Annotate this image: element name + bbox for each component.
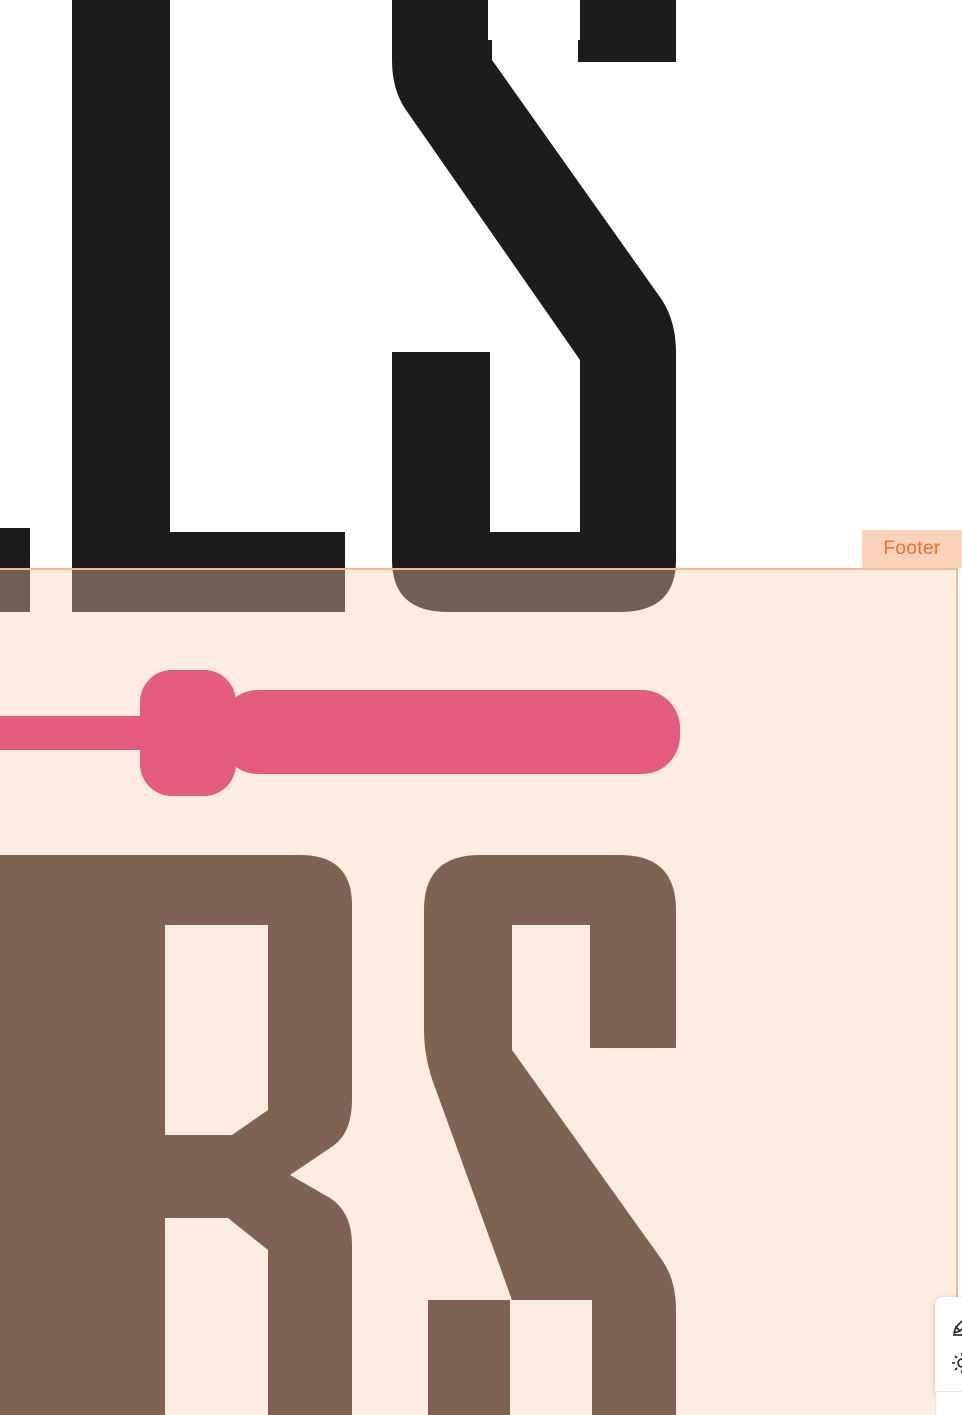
floating-toolbar xyxy=(935,1297,962,1397)
logo-image xyxy=(0,0,680,1415)
toolbar-lower-panel xyxy=(935,1392,962,1415)
editor-canvas: Footer xyxy=(0,0,962,1415)
gear-icon[interactable] xyxy=(949,1350,962,1376)
footer-section-label[interactable]: Footer xyxy=(862,530,962,568)
pen-icon[interactable] xyxy=(949,1313,962,1339)
